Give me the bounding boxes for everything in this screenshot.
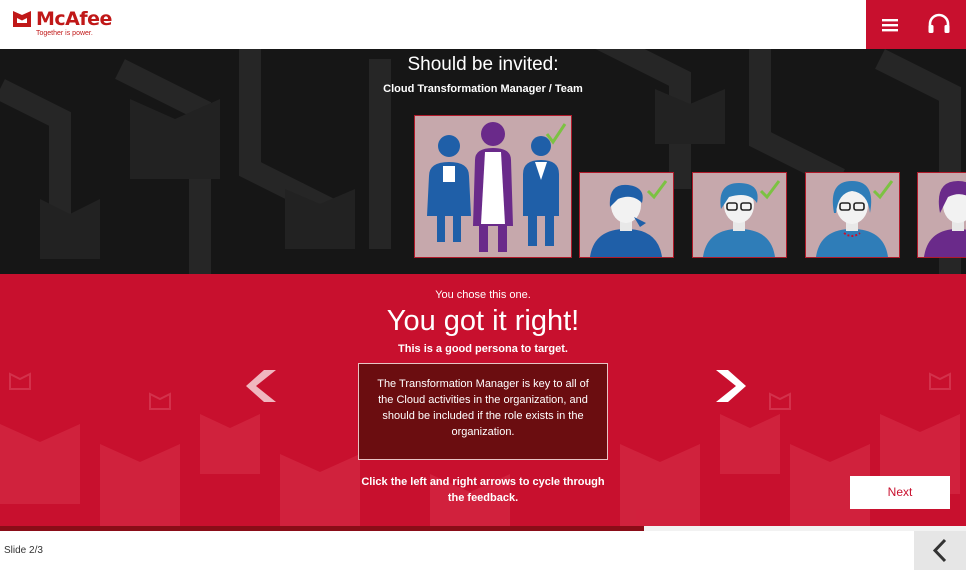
persona-card-2[interactable] [579,172,674,258]
previous-feedback-button[interactable] [244,367,280,405]
persona-card-3[interactable] [692,172,787,258]
arrow-right-icon [716,370,746,402]
banner-title: Should be invited: [407,54,559,75]
header-actions [866,0,966,49]
feedback-section: You chose this one. You got it right! Th… [0,274,966,526]
chevron-left-icon [932,538,947,563]
persona-card-4[interactable] [805,172,900,258]
woman-purple-illustration [918,173,966,257]
result-subtitle: This is a good persona to target. [398,343,568,355]
logo-text: McAfee [36,8,112,30]
logo-tagline: Together is power. [36,30,93,37]
chose-text: You chose this one. [435,289,531,301]
feedback-box: The Transformation Manager is key to all… [358,363,608,460]
instruction-text: Click the left and right arrows to cycle… [361,476,605,504]
persona-banner: Should be invited: Cloud Transformation … [0,49,966,274]
banner-subtitle: Cloud Transformation Manager / Team [383,83,583,95]
team-persona-illustration [415,116,571,257]
hamburger-menu-icon [882,19,898,32]
woman-glasses-illustration [693,173,786,257]
menu-button[interactable] [880,15,900,35]
next-button[interactable]: Next [850,476,950,509]
slide-counter: Slide 2/3 [4,545,43,556]
footer-bar: Slide 2/3 [0,531,966,570]
result-title: You got it right! [386,305,580,337]
headphones-icon [928,13,950,33]
arrow-left-icon [246,370,276,402]
mcafee-logo[interactable]: McAfee Together is power. [12,9,112,37]
header-bar: McAfee Together is power. [0,0,966,49]
persona-card-5[interactable] [917,172,966,258]
woman-older-glasses-illustration [806,173,899,257]
mcafee-shield-icon [13,11,31,27]
woman-short-hair-illustration [580,173,673,257]
persona-card-team[interactable] [414,115,572,258]
audio-button[interactable] [926,12,952,36]
next-feedback-button[interactable] [712,367,748,405]
back-button[interactable] [914,531,966,570]
